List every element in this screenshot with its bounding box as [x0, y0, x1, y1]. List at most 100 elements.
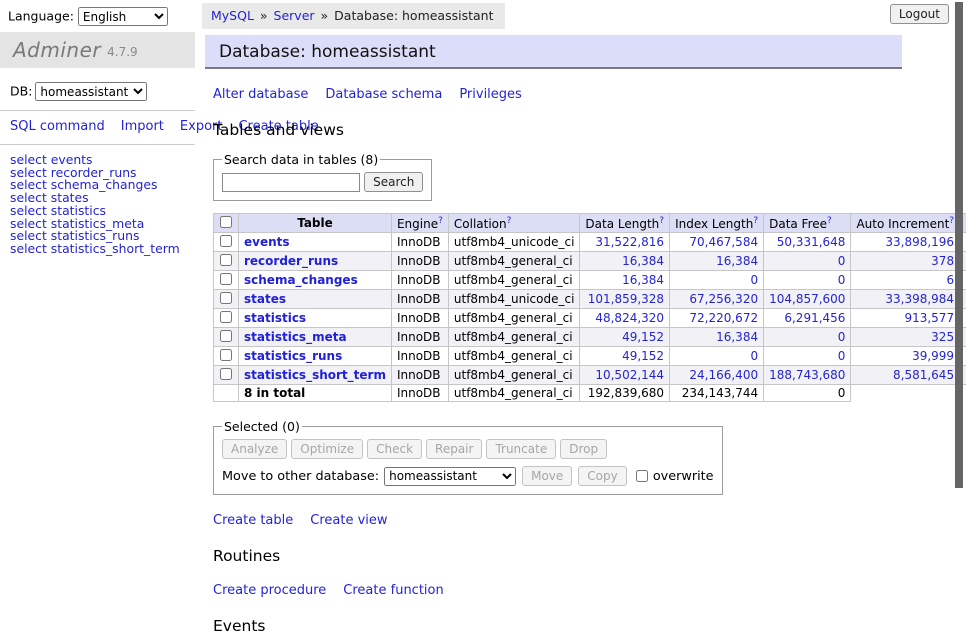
check-button[interactable]: Check	[367, 439, 422, 459]
search-fieldset: Search data in tables (8) Search	[213, 152, 432, 201]
sidebar-select-statistics-short-term[interactable]: select statistics_short_term	[10, 243, 195, 256]
copy-button[interactable]: Copy	[578, 466, 626, 486]
truncate-button[interactable]: Truncate	[486, 439, 556, 459]
index-length-link[interactable]: 72,220,672	[689, 311, 758, 325]
move-database-select[interactable]: homeassistant	[384, 467, 516, 486]
help-link[interactable]: ?	[753, 216, 758, 226]
index-length-link[interactable]: 0	[750, 273, 758, 287]
logout-button[interactable]: Logout	[890, 4, 949, 24]
link-database-schema[interactable]: Database schema	[325, 87, 442, 102]
collation-cell: utf8mb4_general_ci	[448, 271, 580, 290]
index-length-link[interactable]: 0	[750, 349, 758, 363]
breadcrumb-server-link[interactable]: Server	[274, 8, 315, 23]
data-length-link[interactable]: 16,384	[622, 273, 664, 287]
table-link-statistics-meta[interactable]: statistics_meta	[244, 330, 347, 344]
overwrite-checkbox[interactable]	[636, 470, 648, 482]
db-select[interactable]: homeassistant	[35, 82, 147, 101]
link-create-table[interactable]: Create table	[213, 513, 293, 528]
language-select[interactable]: English	[78, 7, 168, 26]
search-input[interactable]	[222, 173, 360, 192]
table-link-statistics-runs[interactable]: statistics_runs	[244, 349, 342, 363]
search-button[interactable]: Search	[364, 172, 423, 192]
row-checkbox-statistics[interactable]	[220, 311, 232, 323]
select-all-checkbox[interactable]	[220, 216, 232, 228]
data-free-link[interactable]: 104,857,600	[769, 292, 845, 306]
repair-button[interactable]: Repair	[426, 439, 482, 459]
help-link[interactable]: ?	[949, 216, 954, 226]
help-link[interactable]: ?	[659, 216, 664, 226]
data-length-link[interactable]: 31,522,816	[595, 235, 664, 249]
table-name-cell: statistics_short_term	[239, 366, 392, 385]
data-length-link[interactable]: 48,824,320	[595, 311, 664, 325]
data-length-link[interactable]: 16,384	[622, 254, 664, 268]
link-create-function[interactable]: Create function	[343, 583, 443, 598]
data-free-link[interactable]: 6,291,456	[784, 311, 845, 325]
index-length-link[interactable]: 24,166,400	[689, 368, 758, 382]
auto-increment-cell: 33,398,984	[851, 290, 960, 309]
row-checkbox-states[interactable]	[220, 292, 232, 304]
index-length-cell: 16,384	[670, 252, 764, 271]
auto-increment-link[interactable]: 325	[931, 330, 954, 344]
optimize-button[interactable]: Optimize	[291, 439, 363, 459]
help-link[interactable]: ?	[507, 216, 512, 226]
link-privileges[interactable]: Privileges	[459, 87, 522, 102]
row-checkbox-statistics-short-term[interactable]	[220, 368, 232, 380]
link-create-procedure[interactable]: Create procedure	[213, 583, 326, 598]
data-free-link[interactable]: 0	[838, 349, 846, 363]
table-link-statistics[interactable]: statistics	[244, 311, 306, 325]
collation-cell: utf8mb4_general_ci	[448, 328, 580, 347]
data-length-link[interactable]: 49,152	[622, 330, 664, 344]
index-length-link[interactable]: 70,467,584	[689, 235, 758, 249]
row-checkbox-cell	[214, 290, 239, 309]
auto-increment-link[interactable]: 913,577	[904, 311, 954, 325]
data-length-link[interactable]: 101,859,328	[588, 292, 664, 306]
drop-button[interactable]: Drop	[560, 439, 607, 459]
index-length-cell: 0	[670, 271, 764, 290]
link-create-view[interactable]: Create view	[310, 513, 387, 528]
auto-increment-link[interactable]: 6	[946, 273, 954, 287]
table-link-schema-changes[interactable]: schema_changes	[244, 273, 358, 287]
row-checkbox-events[interactable]	[220, 235, 232, 247]
auto-increment-link[interactable]: 33,898,196	[885, 235, 954, 249]
help-link[interactable]: ?	[827, 216, 832, 226]
data-free-link[interactable]: 188,743,680	[769, 368, 845, 382]
sidebar-link-sql-command[interactable]: SQL command	[10, 119, 105, 134]
data-free-link[interactable]: 0	[838, 273, 846, 287]
row-checkbox-cell	[214, 271, 239, 290]
table-link-recorder-runs[interactable]: recorder_runs	[244, 254, 338, 268]
link-alter-database[interactable]: Alter database	[213, 87, 308, 102]
move-button[interactable]: Move	[522, 466, 572, 486]
table-link-states[interactable]: states	[244, 292, 286, 306]
row-checkbox-statistics-runs[interactable]	[220, 349, 232, 361]
auto-increment-link[interactable]: 378	[931, 254, 954, 268]
auto-increment-link[interactable]: 8,581,645	[893, 368, 954, 382]
sidebar-link-import[interactable]: Import	[121, 119, 164, 134]
auto-increment-link[interactable]: 39,999	[912, 349, 954, 363]
index-length-link[interactable]: 67,256,320	[689, 292, 758, 306]
index-length-link[interactable]: 16,384	[716, 330, 758, 344]
data-length-link[interactable]: 10,502,144	[595, 368, 664, 382]
row-checkbox-cell	[214, 347, 239, 366]
column-header-label: Table	[297, 216, 333, 230]
total-engine-cell: InnoDB	[391, 385, 448, 402]
table-link-statistics-short-term[interactable]: statistics_short_term	[244, 368, 386, 382]
data-length-link[interactable]: 49,152	[622, 349, 664, 363]
row-checkbox-schema-changes[interactable]	[220, 273, 232, 285]
data-free-link[interactable]: 50,331,648	[777, 235, 846, 249]
row-checkbox-statistics-meta[interactable]	[220, 330, 232, 342]
data-free-link[interactable]: 0	[838, 254, 846, 268]
collation-cell: utf8mb4_general_ci	[448, 252, 580, 271]
engine-cell: InnoDB	[391, 309, 448, 328]
breadcrumb-mysql-link[interactable]: MySQL	[211, 8, 254, 23]
index-length-cell: 0	[670, 347, 764, 366]
engine-cell: InnoDB	[391, 366, 448, 385]
analyze-button[interactable]: Analyze	[222, 439, 287, 459]
row-checkbox-recorder-runs[interactable]	[220, 254, 232, 266]
events-heading: Events	[213, 617, 902, 635]
help-link[interactable]: ?	[438, 216, 443, 226]
table-link-events[interactable]: events	[244, 235, 290, 249]
auto-increment-link[interactable]: 33,398,984	[885, 292, 954, 306]
vertical-scrollbar-thumb[interactable]	[955, 2, 963, 488]
index-length-link[interactable]: 16,384	[716, 254, 758, 268]
data-free-link[interactable]: 0	[838, 330, 846, 344]
